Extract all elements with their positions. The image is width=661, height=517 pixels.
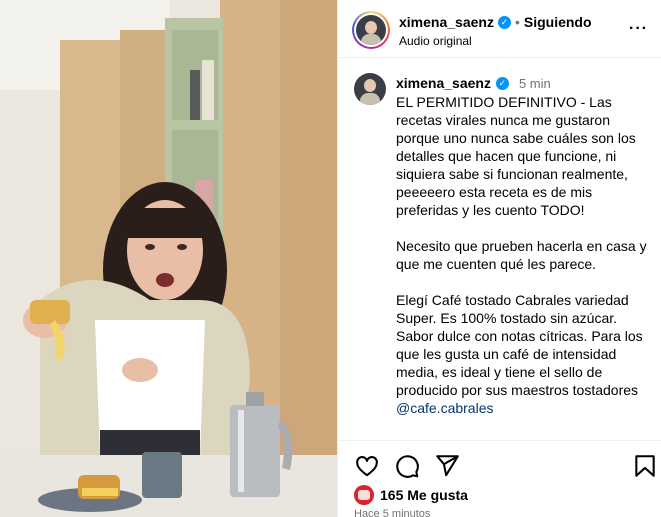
heart-icon[interactable] bbox=[354, 453, 380, 479]
story-avatar[interactable] bbox=[352, 11, 390, 49]
caption-text: EL PERMITIDO DEFINITIVO - Las recetas vi… bbox=[396, 93, 650, 417]
header-username[interactable]: ximena_saenz bbox=[399, 14, 494, 30]
separator-dot: • bbox=[514, 14, 520, 30]
verified-badge-icon: ✓ bbox=[497, 15, 511, 29]
mention-link[interactable]: @cafe.cabrales bbox=[396, 400, 493, 416]
more-options-icon[interactable]: ··· bbox=[629, 20, 648, 38]
verified-badge-icon: ✓ bbox=[495, 76, 509, 90]
caption-username[interactable]: ximena_saenz bbox=[396, 75, 491, 91]
post-header: ximena_saenz ✓ • Siguiendo Audio origina… bbox=[338, 0, 661, 58]
caption-paragraph: Necesito que prueben hacerla en casa y q… bbox=[396, 238, 647, 272]
audio-link[interactable]: Audio original bbox=[399, 34, 472, 48]
caption-section: ximena_saenz ✓ 5 min EL PERMITIDO DEFINI… bbox=[338, 58, 661, 440]
post-media[interactable] bbox=[0, 0, 337, 517]
liker-avatar[interactable] bbox=[354, 485, 374, 505]
video-frame bbox=[0, 0, 337, 517]
caption-time: 5 min bbox=[518, 75, 551, 91]
caption-paragraph: Elegí Café tostado Cabrales variedad Sup… bbox=[396, 292, 643, 398]
caption-avatar[interactable] bbox=[354, 73, 386, 105]
comment-icon[interactable] bbox=[394, 453, 420, 479]
action-bar bbox=[338, 440, 661, 480]
bookmark-icon[interactable] bbox=[632, 453, 658, 479]
following-button[interactable]: Siguiendo bbox=[524, 14, 592, 30]
post-timestamp: Hace 5 minutos bbox=[354, 508, 431, 517]
avatar bbox=[356, 15, 386, 45]
header-user-row: ximena_saenz ✓ • Siguiendo bbox=[399, 14, 592, 30]
likes-row: 165 Me gusta bbox=[354, 485, 468, 505]
likes-count[interactable]: 165 Me gusta bbox=[380, 487, 468, 503]
paper-plane-icon[interactable] bbox=[434, 453, 460, 479]
caption-paragraph: EL PERMITIDO DEFINITIVO - Las recetas vi… bbox=[396, 94, 636, 218]
caption-header: ximena_saenz ✓ 5 min bbox=[396, 75, 551, 91]
post-side-panel: ximena_saenz ✓ • Siguiendo Audio origina… bbox=[337, 0, 661, 517]
